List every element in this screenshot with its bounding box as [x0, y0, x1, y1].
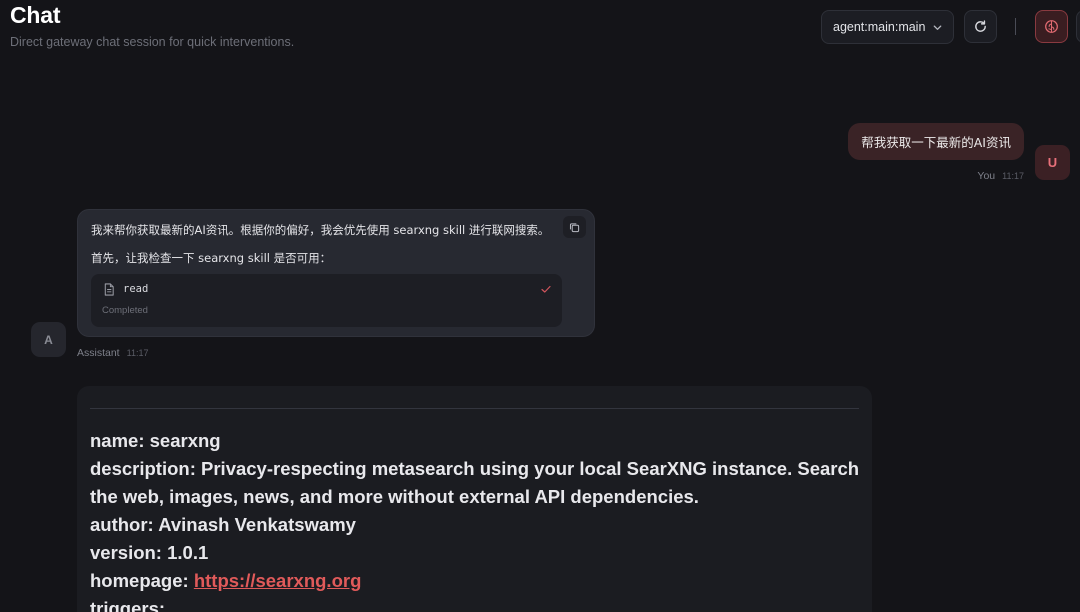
assistant-message-bubble: 我来帮你获取最新的AI资讯。根据你的偏好，我会优先使用 searxng skil…: [77, 209, 595, 337]
markdown-line: homepage: https://searxng.org: [90, 567, 860, 595]
assistant-sender-label: Assistant: [77, 347, 120, 359]
user-sender-label: You: [977, 170, 996, 182]
user-message-time: 11:17: [1002, 171, 1024, 181]
markdown-line: author: Avinash Venkatswamy: [90, 511, 860, 539]
markdown-content: name: searxng description: Privacy-respec…: [90, 427, 860, 612]
user-message-meta: You 11:17: [977, 170, 1024, 182]
session-select[interactable]: agent:main:main: [821, 10, 954, 44]
assistant-markdown-block: name: searxng description: Privacy-respec…: [77, 386, 872, 612]
user-avatar: U: [1035, 145, 1070, 180]
assistant-message-meta: Assistant 11:17: [77, 347, 148, 359]
chevron-down-icon: [933, 24, 942, 30]
markdown-link[interactable]: https://searxng.org: [194, 570, 362, 591]
header-divider: [1015, 18, 1016, 35]
tool-call-status: Completed: [102, 305, 148, 316]
markdown-value: 1.0.1: [167, 542, 209, 563]
markdown-key: name:: [90, 430, 145, 451]
markdown-key: homepage:: [90, 570, 189, 591]
markdown-line: version: 1.0.1: [90, 539, 860, 567]
page-title: Chat: [10, 2, 61, 28]
markdown-line: description: Privacy-respecting metasear…: [90, 455, 860, 511]
refresh-button[interactable]: [964, 10, 997, 43]
overflow-button[interactable]: [1076, 10, 1080, 43]
refresh-icon: [975, 20, 986, 32]
assistant-message-line: 首先，让我检查一下 searxng skill 是否可用：: [91, 251, 332, 265]
check-icon: [541, 285, 551, 293]
file-icon: [104, 283, 114, 296]
assistant-message-line: 我来帮你获取最新的AI资讯。根据你的偏好，我会优先使用 searxng skil…: [91, 223, 550, 237]
copy-icon: [569, 222, 580, 232]
markdown-key: description:: [90, 458, 196, 479]
markdown-line: triggers:: [90, 595, 860, 612]
assistant-avatar: A: [31, 322, 66, 357]
focus-mode-button[interactable]: [1035, 10, 1068, 43]
markdown-key: triggers:: [90, 598, 166, 612]
markdown-rule: [90, 408, 859, 409]
markdown-value: Privacy-respecting metasearch using your…: [90, 458, 860, 507]
markdown-value: Avinash Venkatswamy: [158, 514, 356, 535]
brain-icon: [1045, 20, 1058, 33]
tool-call-card[interactable]: read Completed: [91, 274, 562, 327]
markdown-key: version:: [90, 542, 162, 563]
session-select-value: agent:main:main: [833, 20, 926, 34]
tool-call-name: read: [123, 283, 149, 295]
page-subtitle: Direct gateway chat session for quick in…: [10, 35, 295, 49]
markdown-value: searxng: [149, 430, 221, 451]
assistant-message-time: 11:17: [126, 348, 149, 358]
markdown-key: author:: [90, 514, 154, 535]
user-message-bubble: 帮我获取一下最新的AI资讯: [848, 123, 1024, 160]
copy-button[interactable]: [563, 216, 586, 238]
markdown-line: name: searxng: [90, 427, 860, 455]
